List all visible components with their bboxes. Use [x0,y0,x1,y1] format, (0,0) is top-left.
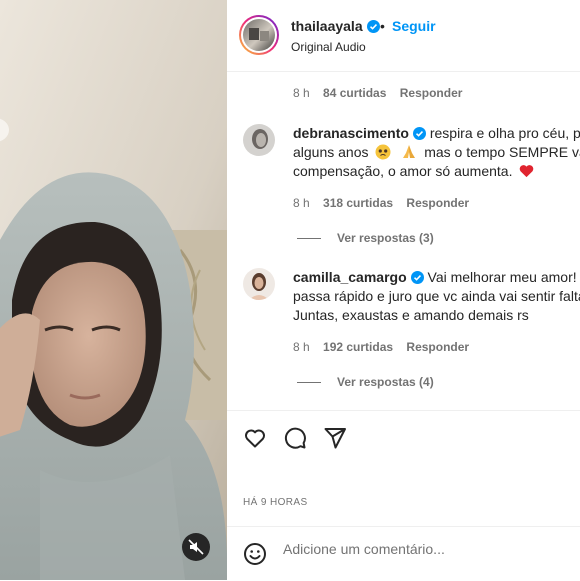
view-replies-button[interactable]: Ver respostas (4) [297,375,434,389]
replies-divider [297,238,321,240]
video-frame-illustration [0,0,227,580]
commenter-username[interactable]: camilla_camargo [293,269,407,285]
view-replies-button[interactable]: Ver respostas (3) [297,231,434,245]
verified-badge-icon [366,20,380,33]
author-avatar[interactable] [239,15,279,55]
comment-age: 8 h [293,86,310,100]
comment-likes[interactable]: 84 curtidas [323,86,386,100]
speaker-muted-icon [188,539,204,555]
comment-text: debranascimento respira e olha pro céu, … [293,125,580,179]
post-panel: thailaayala • Seguir Original Audio 8 h … [227,0,580,580]
praying-hands-emoji-icon [403,145,416,158]
post-timestamp: HÁ 9 HORAS [243,497,308,508]
comment-age: 8 h [293,340,310,354]
post-header: thailaayala • Seguir Original Audio [227,0,580,72]
reply-button[interactable]: Responder [406,196,469,210]
comment-meta: 8 h 318 curtidas Responder [293,196,469,210]
reel-video[interactable] [0,0,227,580]
verified-badge-icon [410,271,424,284]
commenter-avatar[interactable] [243,124,275,156]
replies-divider [297,382,321,384]
comment-likes[interactable]: 318 curtidas [323,196,393,210]
follow-button[interactable]: Seguir [392,18,436,34]
comment-age: 8 h [293,196,310,210]
emoji-icon[interactable] [243,542,267,566]
audio-link[interactable]: Original Audio [291,40,366,54]
verified-badge-icon [412,127,426,140]
comment-text: camilla_camargo Vai melhorar meu amor! F… [293,269,580,323]
comment-icon[interactable] [283,426,307,450]
action-bar [227,410,580,471]
author-username[interactable]: thailaayala [291,18,380,34]
pleading-face-emoji-icon [375,144,391,160]
comment-meta: 8 h 192 curtidas Responder [293,340,469,354]
red-heart-emoji-icon [520,165,534,178]
share-icon[interactable] [323,426,347,450]
reply-button[interactable]: Responder [400,86,463,100]
separator-dot: • [380,18,385,34]
comment-input[interactable] [283,541,563,557]
commenter-username[interactable]: debranascimento [293,125,409,141]
heart-icon[interactable] [243,426,267,450]
comment-likes[interactable]: 192 curtidas [323,340,393,354]
reply-button[interactable]: Responder [406,340,469,354]
mute-button[interactable] [182,533,210,561]
previous-comment-meta: 8 h 84 curtidas Responder [293,86,462,100]
commenter-avatar[interactable] [243,268,275,300]
comment-bar [227,526,580,581]
